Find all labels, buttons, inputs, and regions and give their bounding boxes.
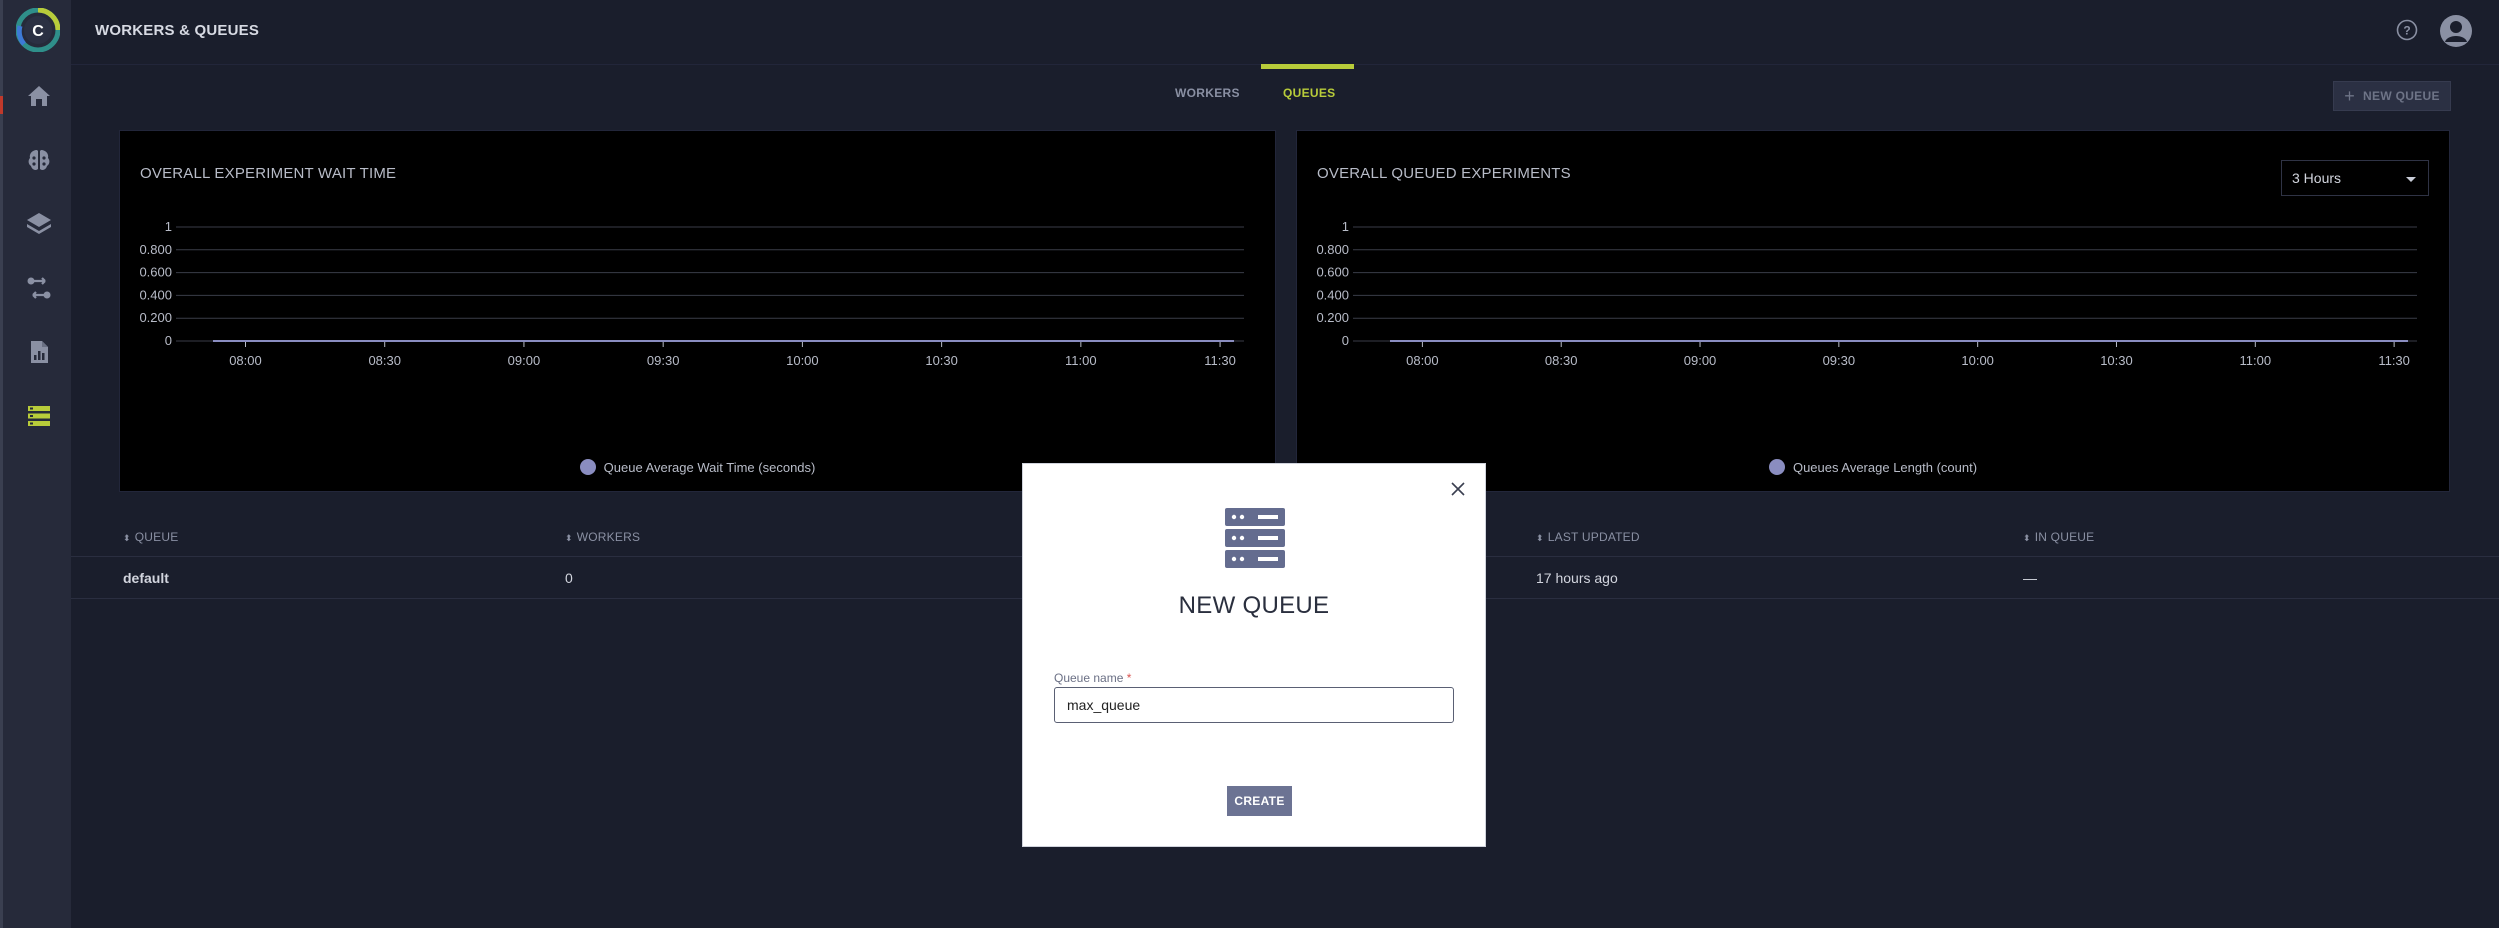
close-icon[interactable] xyxy=(1449,480,1467,498)
new-queue-dialog: NEW QUEUE Queue name * CREATE xyxy=(1022,463,1486,847)
queue-name-label-text: Queue name xyxy=(1054,671,1124,685)
create-button[interactable]: CREATE xyxy=(1227,786,1292,816)
dialog-title: NEW QUEUE xyxy=(1178,592,1330,619)
queue-name-input[interactable] xyxy=(1054,687,1454,723)
server-stack-icon xyxy=(1225,508,1285,568)
queue-name-label: Queue name * xyxy=(1054,671,1131,685)
required-mark: * xyxy=(1126,671,1132,685)
modal-overlay: NEW QUEUE Queue name * CREATE xyxy=(0,0,2499,928)
